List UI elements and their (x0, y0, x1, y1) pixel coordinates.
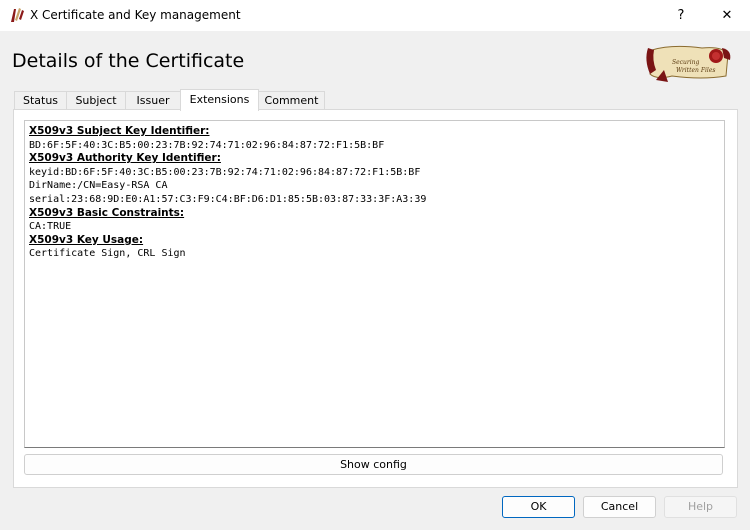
ski-header: X509v3 Subject Key Identifier: (29, 125, 210, 137)
aki-header: X509v3 Authority Key Identifier: (29, 152, 221, 165)
app-logo: Securing Written Files (646, 45, 731, 82)
tab-issuer[interactable]: Issuer (125, 91, 181, 110)
bc-value: CA:TRUE (29, 221, 72, 233)
app-icon (11, 8, 24, 22)
logo-text: Securing (672, 59, 700, 66)
tab-status[interactable]: Status (14, 91, 67, 110)
help-icon[interactable]: ? (658, 0, 704, 31)
aki-serial: serial:23:68:9D:E0:A1:57:C3:F9:C4:BF:D6:… (29, 193, 427, 205)
tab-extensions[interactable]: Extensions (180, 89, 259, 111)
help-button[interactable]: Help (664, 496, 737, 518)
ku-header: X509v3 Key Usage: (29, 233, 144, 246)
ok-button[interactable]: OK (502, 496, 575, 518)
svg-text:Written Files: Written Files (676, 67, 715, 74)
tab-comment[interactable]: Comment (258, 91, 325, 110)
tab-subject[interactable]: Subject (66, 91, 126, 110)
window-title: X Certificate and Key management (30, 8, 241, 22)
dialog-heading: Details of the Certificate (12, 50, 245, 72)
show-config-button[interactable]: Show config (24, 454, 723, 475)
extensions-text-area[interactable]: X509v3 Subject Key Identifier: BD:6F:5F:… (24, 120, 725, 448)
extensions-panel: X509v3 Subject Key Identifier: BD:6F:5F:… (13, 109, 738, 488)
aki-keyid: keyid:BD:6F:5F:40:3C:B5:00:23:7B:92:74:7… (29, 166, 421, 178)
close-icon[interactable]: ✕ (704, 0, 750, 31)
bc-header: X509v3 Basic Constraints: (29, 206, 185, 219)
cancel-button[interactable]: Cancel (583, 496, 656, 518)
aki-dirname: DirName:/CN=Easy-RSA CA (29, 180, 168, 192)
ku-value: Certificate Sign, CRL Sign (29, 248, 186, 260)
title-bar: X Certificate and Key management ? ✕ (0, 0, 750, 31)
ski-value: BD:6F:5F:40:3C:B5:00:23:7B:92:74:71:02:9… (29, 139, 385, 151)
